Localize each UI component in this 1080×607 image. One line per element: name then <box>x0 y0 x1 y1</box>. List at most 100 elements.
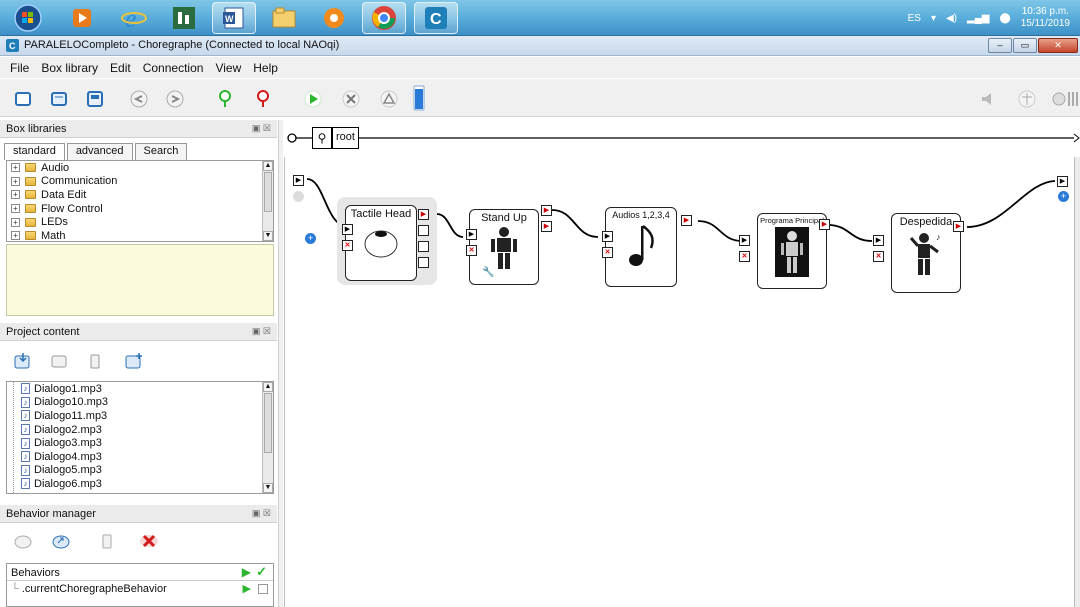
library-item-data-edit[interactable]: + Data Edit <box>7 188 273 202</box>
add-folder-icon[interactable] <box>48 350 70 372</box>
volume-icon[interactable]: ◀) <box>946 13 957 24</box>
stop-icon[interactable] <box>340 88 362 110</box>
onstart-port[interactable]: ▶ <box>602 231 613 242</box>
word-icon[interactable]: W <box>212 2 256 34</box>
project-file-item[interactable]: ♪ Dialogo4.mp3 <box>7 450 273 464</box>
scroll-up-icon[interactable]: ▲ <box>263 161 273 171</box>
output-port[interactable] <box>418 257 429 268</box>
project-file-item[interactable]: ♪ Dialogo10.mp3 <box>7 396 273 410</box>
check-icon[interactable]: ✓ <box>256 564 267 580</box>
expand-icon[interactable]: + <box>11 190 20 200</box>
new-project-icon[interactable] <box>12 88 34 110</box>
close-button[interactable]: ✕ <box>1038 38 1078 53</box>
onstart-port[interactable]: ▶ <box>466 229 477 240</box>
box-tactile-head[interactable]: Tactile Head <box>345 205 417 281</box>
play-icon[interactable] <box>302 88 324 110</box>
new-file-icon[interactable] <box>124 350 146 372</box>
library-item-flow-control[interactable]: + Flow Control <box>7 202 273 216</box>
signal-icon[interactable]: ▂▄▆ <box>967 13 989 24</box>
menu-file[interactable]: File <box>4 61 35 75</box>
box-stand-up[interactable]: Stand Up <box>469 209 539 285</box>
scroll-thumb[interactable] <box>264 393 272 453</box>
panel-float-close-icon[interactable]: ▣ ☒ <box>252 326 271 337</box>
maximize-button[interactable]: ▭ <box>1013 38 1037 53</box>
library-item-audio[interactable]: + Audio <box>7 161 273 175</box>
settings-app-icon[interactable] <box>312 2 356 34</box>
speaker-icon[interactable] <box>978 88 1000 110</box>
project-file-item[interactable]: ♪ Dialogo1.mp3 <box>7 382 273 396</box>
tab-advanced[interactable]: advanced <box>66 143 133 160</box>
more-tools-icon[interactable] <box>1066 88 1080 110</box>
language-indicator[interactable]: ES <box>908 13 921 24</box>
output-port[interactable]: ▶ <box>953 221 964 232</box>
disconnect-robot-icon[interactable] <box>252 88 274 110</box>
output-port[interactable] <box>418 241 429 252</box>
menu-connection[interactable]: Connection <box>137 61 210 75</box>
open-project-icon[interactable] <box>48 88 70 110</box>
add-output-icon[interactable]: + <box>1058 191 1069 202</box>
box-despedida[interactable]: Despedida ♪ <box>891 213 961 293</box>
redo-icon[interactable] <box>164 88 186 110</box>
project-file-item[interactable]: ♪ Dialogo3.mp3 <box>7 436 273 450</box>
project-file-item[interactable]: ♪ Dialogo11.mp3 <box>7 409 273 423</box>
canvas-onstart-port[interactable]: ▶ <box>293 175 304 186</box>
scroll-up-icon[interactable]: ▲ <box>263 382 273 392</box>
canvas-onstopped-port[interactable]: ▶ <box>1057 176 1068 187</box>
library-item-math[interactable]: + Math <box>7 229 273 241</box>
onstop-port[interactable]: ✕ <box>873 251 884 262</box>
add-input-icon[interactable]: + <box>305 233 316 244</box>
expand-icon[interactable]: + <box>11 163 20 173</box>
undo-icon[interactable] <box>128 88 150 110</box>
onstop-port[interactable]: ✕ <box>466 245 477 256</box>
expand-icon[interactable]: + <box>11 231 20 241</box>
expand-icon[interactable]: + <box>11 176 20 186</box>
chrome-icon[interactable] <box>362 2 406 34</box>
tab-standard[interactable]: standard <box>4 143 65 160</box>
delete-behavior-icon[interactable] <box>96 530 118 552</box>
debug-icon[interactable] <box>378 88 400 110</box>
project-file-item[interactable]: ♪ Dialogo5.mp3 <box>7 464 273 478</box>
upload-behavior-icon[interactable] <box>50 530 72 552</box>
onstart-port[interactable]: ▶ <box>739 235 750 246</box>
clock[interactable]: 10:36 p.m. 15/11/2019 <box>1021 6 1070 30</box>
panel-float-close-icon[interactable]: ▣ ☒ <box>252 123 271 134</box>
panel-splitter[interactable] <box>278 120 283 607</box>
remove-behavior-icon[interactable] <box>138 530 160 552</box>
output-port[interactable]: ▶ <box>819 219 830 230</box>
output-port[interactable]: ▶ <box>681 215 692 226</box>
tab-search[interactable]: Search <box>134 143 188 160</box>
media-player-icon[interactable] <box>60 2 104 34</box>
play-behavior-icon[interactable]: ▶ <box>243 582 251 595</box>
project-scrollbar[interactable]: ▲ ▼ <box>262 382 273 493</box>
wrench-icon[interactable]: 🔧 <box>482 267 494 278</box>
scroll-down-icon[interactable]: ▼ <box>263 231 273 241</box>
output-port[interactable]: ▶ <box>541 205 552 216</box>
menu-help[interactable]: Help <box>247 61 284 75</box>
project-file-item[interactable]: ♪ Dialogo6.mp3 <box>7 477 273 491</box>
scroll-down-icon[interactable]: ▼ <box>263 483 273 493</box>
download-behavior-icon[interactable] <box>12 530 34 552</box>
root-flow-icon[interactable]: ⚲ <box>312 127 332 149</box>
file-explorer-icon[interactable] <box>262 2 306 34</box>
tray-chevron-icon[interactable]: ▾ <box>931 13 936 24</box>
animation-mode-icon[interactable] <box>1016 88 1038 110</box>
internet-explorer-icon[interactable]: e <box>112 2 156 34</box>
onstop-port[interactable]: ✕ <box>602 247 613 258</box>
onstop-port[interactable]: ✕ <box>739 251 750 262</box>
onstart-port[interactable]: ▶ <box>873 235 884 246</box>
project-file-item[interactable]: ♪ Dialogo2.mp3 <box>7 423 273 437</box>
connect-robot-icon[interactable] <box>214 88 236 110</box>
default-behavior-checkbox[interactable] <box>258 584 268 594</box>
flow-diagram-canvas[interactable]: ▶ + ▶ + Tactile Head ▶ ✕ ▶ Stand Up ▶ ✕ … <box>284 157 1074 607</box>
import-file-icon[interactable] <box>12 350 34 372</box>
library-item-leds[interactable]: + LEDs <box>7 215 273 229</box>
library-scrollbar[interactable]: ▲ ▼ <box>262 161 273 241</box>
menu-box-library[interactable]: Box library <box>35 61 104 75</box>
minimize-button[interactable]: – <box>988 38 1012 53</box>
bar-chart-app-icon[interactable] <box>162 2 206 34</box>
choregraphe-icon[interactable]: C <box>414 2 458 34</box>
box-programa-principal[interactable]: Programa Principal <box>757 213 827 289</box>
onstart-port[interactable]: ▶ <box>342 224 353 235</box>
behavior-item[interactable]: └ .currentChoregrapheBehavior ▶ <box>7 581 273 597</box>
start-orb-icon[interactable] <box>6 2 50 34</box>
